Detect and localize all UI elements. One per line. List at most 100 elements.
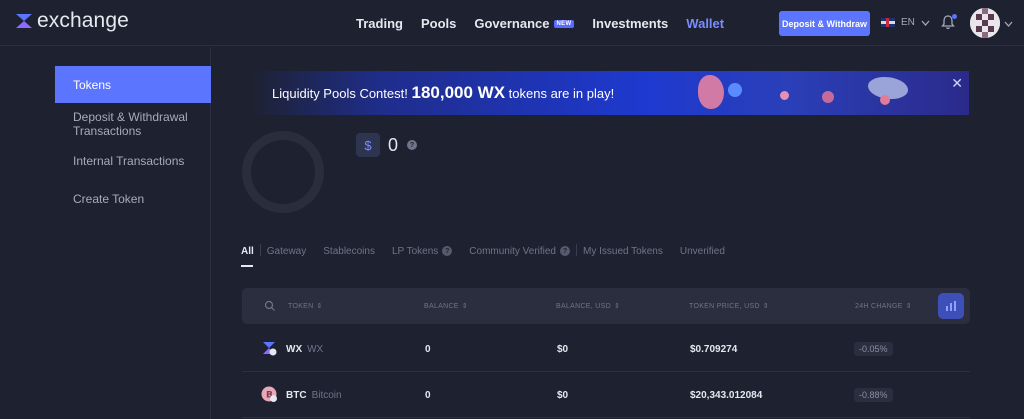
balance-cell: 0 <box>425 344 431 355</box>
help-icon[interactable]: ? <box>560 246 570 256</box>
top-bar: exchange Trading Pools Governance NEW Inv… <box>0 0 1024 46</box>
column-label: TOKEN <box>288 302 314 310</box>
tab-community-verified[interactable]: Community Verified? <box>469 244 570 258</box>
sidebar-item-create-token[interactable]: Create Token <box>55 192 211 206</box>
sidebar-item-label: Deposit & Withdrawal Transactions <box>73 110 188 138</box>
token-symbol: WX <box>286 344 303 355</box>
tab-label: Unverified <box>679 245 725 257</box>
change-badge: -0.88% <box>854 388 893 402</box>
sort-icon: ⇕ <box>613 303 621 310</box>
token-name: WX <box>307 344 324 355</box>
banner-text: Liquidity Pools Contest! 180,000 WX toke… <box>272 83 614 103</box>
sidebar-item-deposit-withdrawal[interactable]: Deposit & Withdrawal Transactions <box>55 110 195 138</box>
notifications-button[interactable] <box>941 14 957 32</box>
help-icon[interactable]: ? <box>407 140 417 150</box>
tab-label: LP Tokens <box>391 245 439 257</box>
banner-amount: 180,000 WX <box>411 83 506 102</box>
promo-banner[interactable]: Liquidity Pools Contest! 180,000 WX toke… <box>250 71 969 115</box>
tab-lp-tokens[interactable]: LP Tokens? <box>391 244 453 258</box>
sort-icon: ⇕ <box>316 303 323 310</box>
tab-divider <box>259 244 261 256</box>
sidebar-item-tokens[interactable]: Tokens <box>55 66 211 103</box>
banner-art <box>728 83 742 97</box>
chevron-down-icon[interactable] <box>1004 19 1013 29</box>
tab-gateway[interactable]: Gateway <box>267 244 306 258</box>
deposit-withdraw-button[interactable]: Deposit & Withdraw <box>779 11 870 36</box>
nav-wallet[interactable]: Wallet <box>686 16 724 31</box>
portfolio-total: 0 <box>388 135 399 155</box>
column-header-24h-change[interactable]: 24H CHANGE ⇕ <box>855 302 912 311</box>
avatar-pattern-icon <box>970 8 1000 38</box>
sidebar-item-label: Internal Transactions <box>73 154 185 168</box>
nav-pools[interactable]: Pools <box>421 16 456 31</box>
logo-icon <box>16 14 32 28</box>
search-icon[interactable] <box>264 300 276 312</box>
price-cell: $0.709274 <box>690 344 738 355</box>
change-badge: -0.05% <box>854 342 893 356</box>
banner-art <box>880 95 890 105</box>
tab-all[interactable]: All <box>241 244 254 267</box>
token-symbol: BTC <box>286 390 307 401</box>
token-cell: BTC Bitcoin <box>286 390 342 401</box>
column-label: TOKEN PRICE, USD <box>689 302 760 310</box>
nav-trading[interactable]: Trading <box>356 16 403 31</box>
column-header-token[interactable]: TOKEN ⇕ <box>288 302 323 311</box>
nav-label: Pools <box>420 16 457 31</box>
banner-art <box>822 91 834 103</box>
column-header-token-price[interactable]: TOKEN PRICE, USD ⇕ <box>689 302 769 311</box>
language-selector[interactable]: EN <box>881 17 930 28</box>
chart-icon <box>946 301 956 311</box>
sidebar-item-label: Tokens <box>73 77 112 92</box>
portfolio-donut-chart <box>242 131 324 213</box>
tab-label: All <box>241 245 254 257</box>
help-icon[interactable]: ? <box>442 246 453 256</box>
new-badge: NEW <box>553 19 575 28</box>
token-name: Bitcoin <box>311 390 342 401</box>
tab-label: Gateway <box>266 245 307 257</box>
banner-art <box>698 75 724 109</box>
avatar[interactable] <box>970 8 1000 38</box>
nav-label: Investments <box>592 16 669 31</box>
logo[interactable]: exchange <box>14 9 129 33</box>
tab-label: Stablecoins <box>323 245 375 257</box>
table-settings-button[interactable] <box>938 293 964 319</box>
sort-icon: ⇕ <box>905 303 912 310</box>
nav-governance[interactable]: Governance NEW <box>474 16 575 31</box>
tab-label: My Issued Tokens <box>583 245 663 257</box>
tab-divider <box>576 244 577 256</box>
currency-chip[interactable]: $ <box>356 133 380 157</box>
sidebar-item-label: Create Token <box>73 192 145 206</box>
table-row[interactable]: WX WX 0 $0 $0.709274 -0.05% <box>242 328 970 372</box>
banner-prefix: Liquidity Pools Contest! <box>272 86 408 101</box>
column-label: 24H CHANGE <box>855 302 903 310</box>
sort-icon: ⇕ <box>762 303 769 310</box>
tab-stablecoins[interactable]: Stablecoins <box>323 244 375 258</box>
balance-usd-cell: $0 <box>557 344 569 355</box>
price-cell: $20,343.012084 <box>690 390 763 401</box>
notification-dot <box>952 14 957 19</box>
token-filter-tabs: All Gateway Stablecoins LP Tokens? Commu… <box>241 244 742 267</box>
column-label: BALANCE <box>424 302 459 310</box>
column-label: BALANCE, USD <box>556 302 611 310</box>
balance-cell: 0 <box>425 390 431 401</box>
nav-investments[interactable]: Investments <box>592 16 668 31</box>
column-header-balance[interactable]: BALANCE ⇕ <box>424 302 468 311</box>
balance-usd-cell: $0 <box>557 390 569 401</box>
btc-token-icon: B <box>261 386 277 402</box>
token-cell: WX WX <box>286 344 323 355</box>
logo-text: exchange <box>37 9 129 32</box>
nav-label: Governance <box>474 16 550 31</box>
nav-label: Trading <box>356 16 403 31</box>
tab-label: Community Verified <box>469 245 556 257</box>
sidebar-item-internal-transactions[interactable]: Internal Transactions <box>55 154 211 168</box>
close-icon[interactable]: ✕ <box>951 75 963 92</box>
tab-my-issued-tokens[interactable]: My Issued Tokens <box>583 244 663 258</box>
column-header-balance-usd[interactable]: BALANCE, USD ⇕ <box>556 302 621 311</box>
banner-art <box>780 91 789 100</box>
nav-label: Wallet <box>686 16 725 31</box>
tab-unverified[interactable]: Unverified <box>680 244 725 258</box>
chevron-down-icon <box>921 20 930 26</box>
sort-icon: ⇕ <box>461 303 468 310</box>
table-row[interactable]: B BTC Bitcoin 0 $0 $20,343.012084 -0.88% <box>242 374 970 418</box>
sidebar: Tokens Deposit & Withdrawal Transactions… <box>0 47 211 419</box>
